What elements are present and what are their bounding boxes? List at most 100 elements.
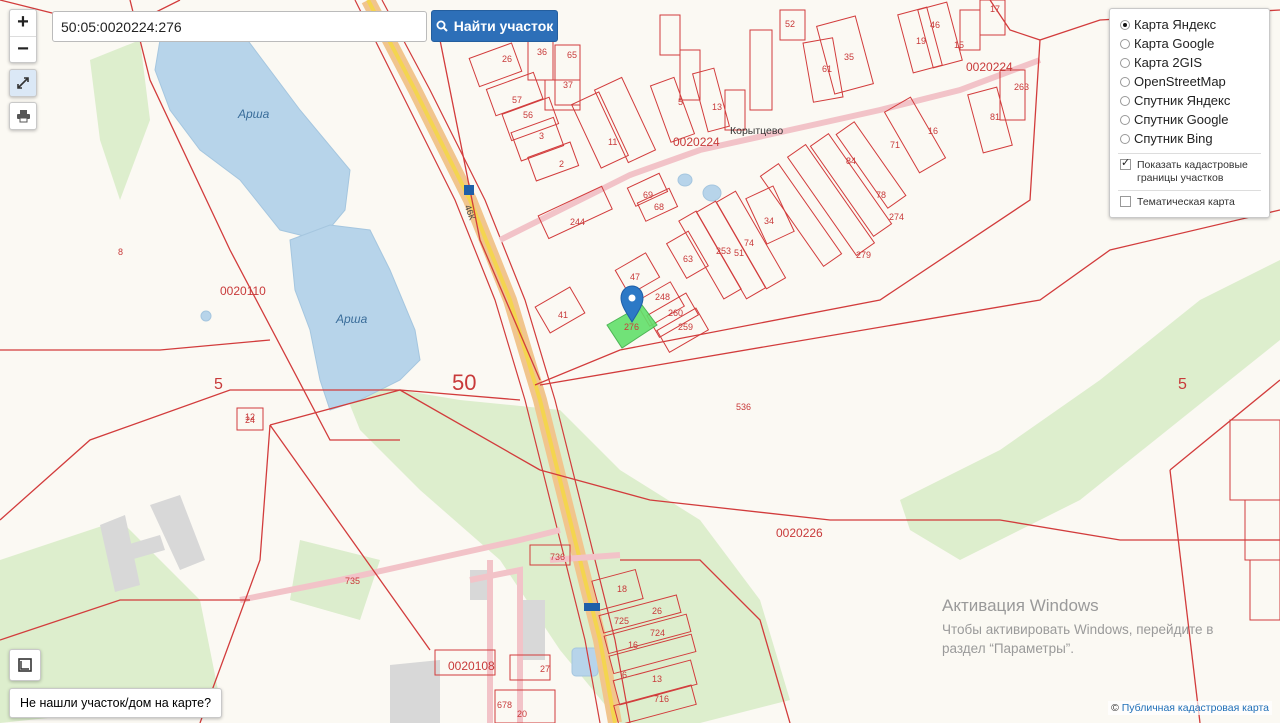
find-parcel-button[interactable]: Найти участок <box>431 10 558 42</box>
parcel-number: 37 <box>563 80 573 90</box>
radio-button[interactable] <box>1120 57 1130 68</box>
parcel-number: 57 <box>512 95 522 105</box>
base-map-option[interactable]: Спутник Яндекс <box>1110 91 1269 110</box>
parcel-number: 69 <box>643 190 653 200</box>
parcel-number: 3 <box>539 131 544 141</box>
thematic-map-label: Тематическая карта <box>1137 196 1235 208</box>
parcel-number: 81 <box>990 112 1000 122</box>
base-map-option[interactable]: Карта 2GIS <box>1110 53 1269 72</box>
divider <box>1118 153 1261 154</box>
base-map-label: Спутник Google <box>1134 112 1229 127</box>
parcel-number: 11 <box>608 137 617 147</box>
parcel-number: 678 <box>497 700 512 710</box>
parcel-number: 735 <box>345 576 360 586</box>
fullscreen-button[interactable] <box>9 69 37 97</box>
layers-panel: Карта Яндекс Карта Google Карта 2GIS OpenSt… <box>1109 8 1270 218</box>
parcel-number: 6 <box>622 670 627 680</box>
show-cadastre-checkbox[interactable] <box>1120 157 1131 170</box>
zoom-out-button[interactable]: − <box>10 37 36 63</box>
show-cadastre-option[interactable]: Показать кадастровые границы участков <box>1110 157 1269 185</box>
parcel-number: 724 <box>650 628 665 638</box>
lake-label: Арша <box>335 312 368 326</box>
parcel-number: 248 <box>655 292 670 302</box>
windows-activation-watermark: Активация Windows Чтобы активировать Win… <box>942 596 1252 658</box>
parcel-number: 2 <box>559 159 564 169</box>
cadastral-map-link[interactable]: Публичная кадастровая карта <box>1122 702 1269 714</box>
quarter-label: 0020224 <box>966 60 1013 74</box>
printer-icon <box>16 110 30 123</box>
parcel-number: 35 <box>844 52 854 62</box>
zoom-in-button[interactable]: + <box>10 10 36 37</box>
not-found-label: Не нашли участок/дом на карте? <box>20 696 212 710</box>
parcel-number: 16 <box>628 640 638 650</box>
cadastral-number-input[interactable] <box>52 11 427 42</box>
parcel-number: 15 <box>954 40 964 50</box>
parcel-number: 63 <box>683 254 693 264</box>
parcel-number: 16 <box>928 126 938 136</box>
quarter-label: 0020110 <box>220 284 266 298</box>
not-found-button[interactable]: Не нашли участок/дом на карте? <box>9 688 223 718</box>
show-cadastre-label: Показать кадастровые границы участков <box>1137 159 1248 184</box>
parcel-number: 71 <box>890 140 900 150</box>
map-legend-icon <box>18 658 32 672</box>
parcel-number: 26 <box>502 54 512 64</box>
parcel-number: 274 <box>889 212 904 222</box>
parcel-number: 61 <box>822 64 832 74</box>
base-map-option[interactable]: Карта Яндекс <box>1110 15 1269 34</box>
radio-button[interactable] <box>1120 38 1130 49</box>
parcel-number: 536 <box>736 402 751 412</box>
parcel-number: 19 <box>916 36 926 46</box>
radio-button[interactable] <box>1120 114 1130 125</box>
parcel-number: 263 <box>1014 82 1029 92</box>
parcel-number: 46 <box>930 20 940 30</box>
parcel-number: 18 <box>617 584 627 594</box>
radio-button[interactable] <box>1120 19 1130 30</box>
parcel-number: 17 <box>990 4 1000 14</box>
parcel-number: 244 <box>570 217 585 227</box>
base-map-label: Спутник Bing <box>1134 131 1213 146</box>
radio-button[interactable] <box>1120 95 1130 106</box>
parcel-number: 78 <box>876 190 886 200</box>
parcel-number: 56 <box>523 110 533 120</box>
base-map-option[interactable]: OpenStreetMap <box>1110 72 1269 91</box>
zoom-control: + − <box>9 9 37 63</box>
parcel-number: 5 <box>1178 376 1187 393</box>
divider <box>1118 190 1261 191</box>
base-map-label: Карта Google <box>1134 36 1215 51</box>
fullscreen-icon <box>17 77 29 89</box>
legend-button[interactable] <box>9 649 41 681</box>
parcel-number: 68 <box>654 202 664 212</box>
parcel-number: 34 <box>764 216 774 226</box>
parcel-number: 12 <box>245 412 255 422</box>
attribution-prefix: © <box>1111 702 1119 714</box>
lake-label: Арша <box>237 107 270 121</box>
parcel-number: 736 <box>550 552 565 562</box>
parcel-number: 27 <box>540 664 550 674</box>
parcel-number: 279 <box>856 250 871 260</box>
region-label: 50 <box>452 370 476 395</box>
find-parcel-label: Найти участок <box>453 18 554 34</box>
base-map-option[interactable]: Спутник Bing <box>1110 129 1269 148</box>
base-map-label: Карта Яндекс <box>1134 17 1217 32</box>
base-map-label: Спутник Яндекс <box>1134 93 1231 108</box>
parcel-number: 13 <box>652 674 662 684</box>
base-map-option[interactable]: Спутник Google <box>1110 110 1269 129</box>
radio-button[interactable] <box>1120 133 1130 144</box>
thematic-map-checkbox[interactable] <box>1120 196 1131 207</box>
print-button[interactable] <box>9 102 37 130</box>
parcel-number: 36 <box>537 47 547 57</box>
attribution: © Публичная кадастровая карта <box>1108 701 1272 715</box>
search-icon <box>436 20 448 32</box>
quarter-label: 0020226 <box>776 526 823 540</box>
parcel-number: 52 <box>785 19 795 29</box>
parcel-number: 20 <box>517 709 527 719</box>
thematic-map-option[interactable]: Тематическая карта <box>1110 196 1269 209</box>
parcel-number: 716 <box>654 694 669 704</box>
radio-button[interactable] <box>1120 76 1130 87</box>
parcel-number: 259 <box>678 322 693 332</box>
quarter-label: 0020108 <box>448 659 495 673</box>
base-map-option[interactable]: Карта Google <box>1110 34 1269 53</box>
quarter-label: 0020224 <box>673 135 720 149</box>
parcel-number: 51 <box>734 248 744 258</box>
base-map-label: OpenStreetMap <box>1134 74 1226 89</box>
